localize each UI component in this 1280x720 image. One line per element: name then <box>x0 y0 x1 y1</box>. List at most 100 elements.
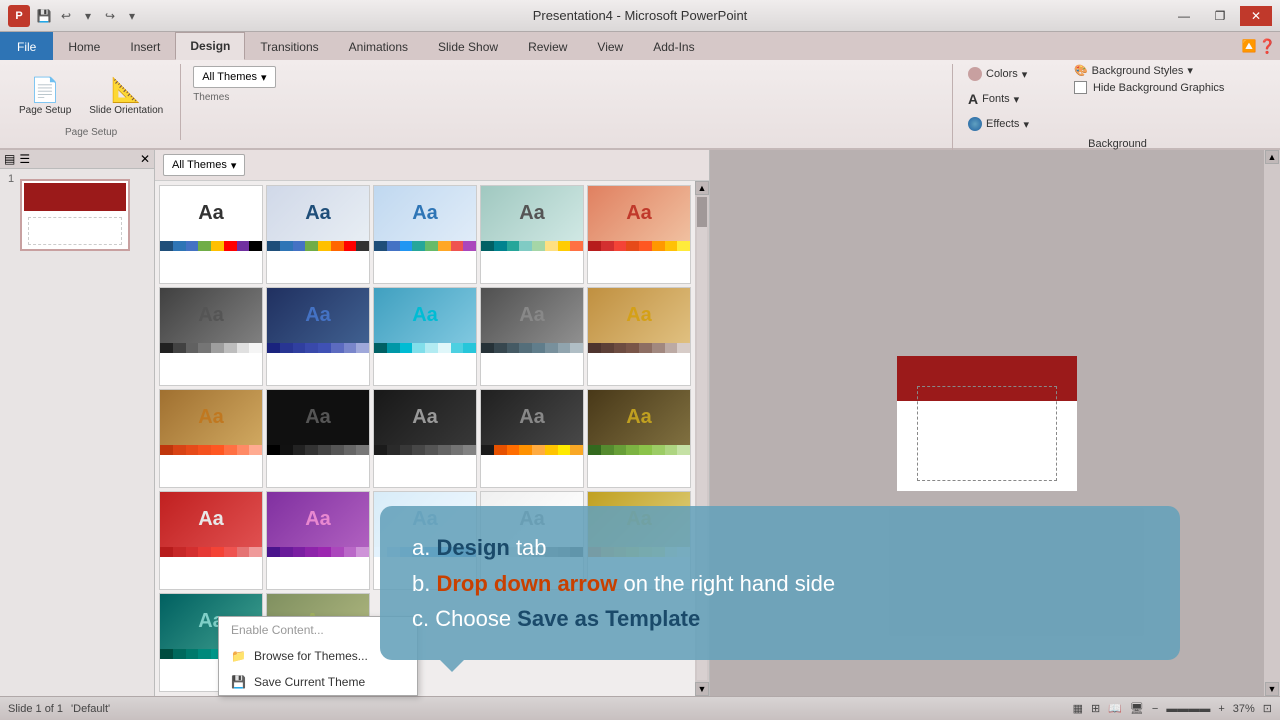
theme-item-7[interactable]: Aa <box>266 287 370 386</box>
theme-item-4[interactable]: Aa <box>480 185 584 284</box>
tab-design[interactable]: Design <box>175 32 245 60</box>
theme-item-1[interactable]: Aa <box>159 185 263 284</box>
theme-item-15[interactable]: Aa <box>587 389 691 488</box>
themes-dropdown[interactable]: All Themes ▾ <box>193 66 275 88</box>
orientation-icon: 📐 <box>111 76 141 105</box>
fit-slide-btn[interactable]: ⊡ <box>1263 702 1272 715</box>
theme-item-12[interactable]: Aa <box>266 389 370 488</box>
tooltip-a-prefix: a. <box>412 535 436 560</box>
theme-item-16[interactable]: Aa <box>159 491 263 590</box>
tooltip-line-c: c. Choose Save as Template <box>412 601 1148 636</box>
tooltip-a-bold: Design <box>436 535 509 560</box>
close-panel-icon[interactable]: ✕ <box>140 152 150 166</box>
view-reading-btn[interactable]: 📖 <box>1108 702 1122 715</box>
page-setup-btns: 📄 Page Setup 📐 Slide Orientation <box>12 64 170 127</box>
theme-item-14[interactable]: Aa <box>480 389 584 488</box>
slide-number: 1 <box>8 173 14 185</box>
page-setup-label: Page Setup <box>19 105 71 116</box>
effects-button[interactable]: Effects ▾ <box>963 114 1034 134</box>
tab-slideshow[interactable]: Slide Show <box>423 32 513 60</box>
tooltip-line-a: a. Design tab <box>412 530 1148 565</box>
ribbon-content: 📄 Page Setup 📐 Slide Orientation Page Se… <box>0 60 1280 148</box>
slides-icon: ▤ <box>4 152 15 166</box>
help-btn[interactable]: ❓ <box>1259 38 1276 55</box>
fonts-dropdown-arrow[interactable]: ▾ <box>1014 93 1020 106</box>
zoom-out-btn[interactable]: − <box>1152 703 1158 715</box>
tab-file[interactable]: File <box>0 32 53 60</box>
fonts-button[interactable]: A Fonts ▾ <box>963 88 1034 110</box>
save-qat-btn[interactable]: 💾 <box>34 6 54 26</box>
page-setup-icon: 📄 <box>30 76 60 105</box>
slide-orientation-button[interactable]: 📐 Slide Orientation <box>82 73 170 119</box>
tooltip-a-suffix: tab <box>510 535 547 560</box>
collapse-ribbon-btn[interactable]: 🔼 <box>1242 39 1257 53</box>
effects-label: Effects <box>986 118 1019 130</box>
bg-styles-icon: 🎨 <box>1074 64 1088 77</box>
tooltip-line-b: b. Drop down arrow on the right hand sid… <box>412 566 1148 601</box>
hide-bg-checkbox[interactable] <box>1074 81 1087 94</box>
effects-icon <box>968 117 982 131</box>
tab-home[interactable]: Home <box>53 32 115 60</box>
theme-item-8[interactable]: Aa <box>373 287 477 386</box>
undo-dropdown-btn[interactable]: ▾ <box>78 6 98 26</box>
zoom-in-btn[interactable]: + <box>1218 703 1224 715</box>
view-sorter-btn[interactable]: ⊞ <box>1091 702 1100 715</box>
scroll-up-btn[interactable]: ▲ <box>695 181 709 195</box>
theme-item-13[interactable]: Aa <box>373 389 477 488</box>
themes-panel-dropdown-label: All Themes <box>172 159 227 171</box>
close-button[interactable]: ✕ <box>1240 6 1272 26</box>
tab-review[interactable]: Review <box>513 32 582 60</box>
status-bar-left: Slide 1 of 1 'Default' <box>8 703 110 715</box>
tab-insert[interactable]: Insert <box>115 32 175 60</box>
save-current-theme-label: Save Current Theme <box>254 675 365 689</box>
theme-item-9[interactable]: Aa <box>480 287 584 386</box>
maximize-button[interactable]: ❐ <box>1204 6 1236 26</box>
page-setup-button[interactable]: 📄 Page Setup <box>12 73 78 119</box>
tab-view[interactable]: View <box>582 32 638 60</box>
view-normal-btn[interactable]: ▦ <box>1073 702 1083 715</box>
tab-addins[interactable]: Add-Ins <box>638 32 709 60</box>
ribbon-group-page-setup: 📄 Page Setup 📐 Slide Orientation Page Se… <box>8 64 181 140</box>
colors-label: Colors <box>986 68 1018 80</box>
background-styles-button[interactable]: 🎨 Background Styles ▾ <box>1074 64 1224 77</box>
scroll-down-btn[interactable]: ▼ <box>695 682 709 696</box>
right-scrollbar[interactable]: ▲ ▼ <box>1264 150 1280 696</box>
undo-qat-btn[interactable]: ↩ <box>56 6 76 26</box>
bg-styles-dropdown-arrow[interactable]: ▾ <box>1187 64 1193 77</box>
themes-panel-dropdown[interactable]: All Themes ▾ <box>163 154 245 176</box>
tab-animations[interactable]: Animations <box>334 32 423 60</box>
theme-item-6[interactable]: Aa <box>159 287 263 386</box>
theme-item-2[interactable]: Aa <box>266 185 370 284</box>
theme-item-17[interactable]: Aa <box>266 491 370 590</box>
slide-info: Slide 1 of 1 <box>8 703 63 715</box>
theme-item-10[interactable]: Aa <box>587 287 691 386</box>
themes-panel-dropdown-arrow: ▾ <box>231 159 237 172</box>
colors-button[interactable]: Colors ▾ <box>963 64 1034 84</box>
slide-thumbnail-1[interactable] <box>20 179 130 251</box>
colors-dropdown-arrow[interactable]: ▾ <box>1022 68 1028 81</box>
window-controls: — ❐ ✕ <box>1168 6 1272 26</box>
redo-qat-btn[interactable]: ↪ <box>100 6 120 26</box>
tab-transitions[interactable]: Transitions <box>245 32 333 60</box>
view-presenter-btn[interactable]: 🖥 <box>1130 702 1144 715</box>
right-scroll-down[interactable]: ▼ <box>1265 682 1279 696</box>
save-current-theme-item[interactable]: 💾 Save Current Theme <box>219 669 417 695</box>
save-theme-icon: 💾 <box>231 675 246 689</box>
effects-dropdown-arrow[interactable]: ▾ <box>1023 118 1029 131</box>
outline-icon: ☰ <box>19 152 30 166</box>
more-qat-btn[interactable]: ▾ <box>122 6 142 26</box>
scroll-thumb[interactable] <box>697 197 707 227</box>
right-scroll-up[interactable]: ▲ <box>1265 150 1279 164</box>
theme-item-11[interactable]: Aa <box>159 389 263 488</box>
theme-item-3[interactable]: Aa <box>373 185 477 284</box>
status-bar-right: ▦ ⊞ 📖 🖥 − ▬▬▬▬ + 37% ⊡ <box>1073 702 1272 715</box>
colors-icon <box>968 67 982 81</box>
quick-access-toolbar: 💾 ↩ ▾ ↪ ▾ <box>34 6 142 26</box>
zoom-level: 37% <box>1233 703 1255 715</box>
hide-background-row: Hide Background Graphics <box>1074 81 1224 94</box>
ribbon-tabs: File Home Insert Design Transitions Anim… <box>0 32 1280 60</box>
minimize-button[interactable]: — <box>1168 6 1200 26</box>
zoom-slider[interactable]: ▬▬▬▬ <box>1166 703 1210 715</box>
theme-item-5[interactable]: Aa <box>587 185 691 284</box>
themes-section-label: Themes <box>193 90 940 105</box>
